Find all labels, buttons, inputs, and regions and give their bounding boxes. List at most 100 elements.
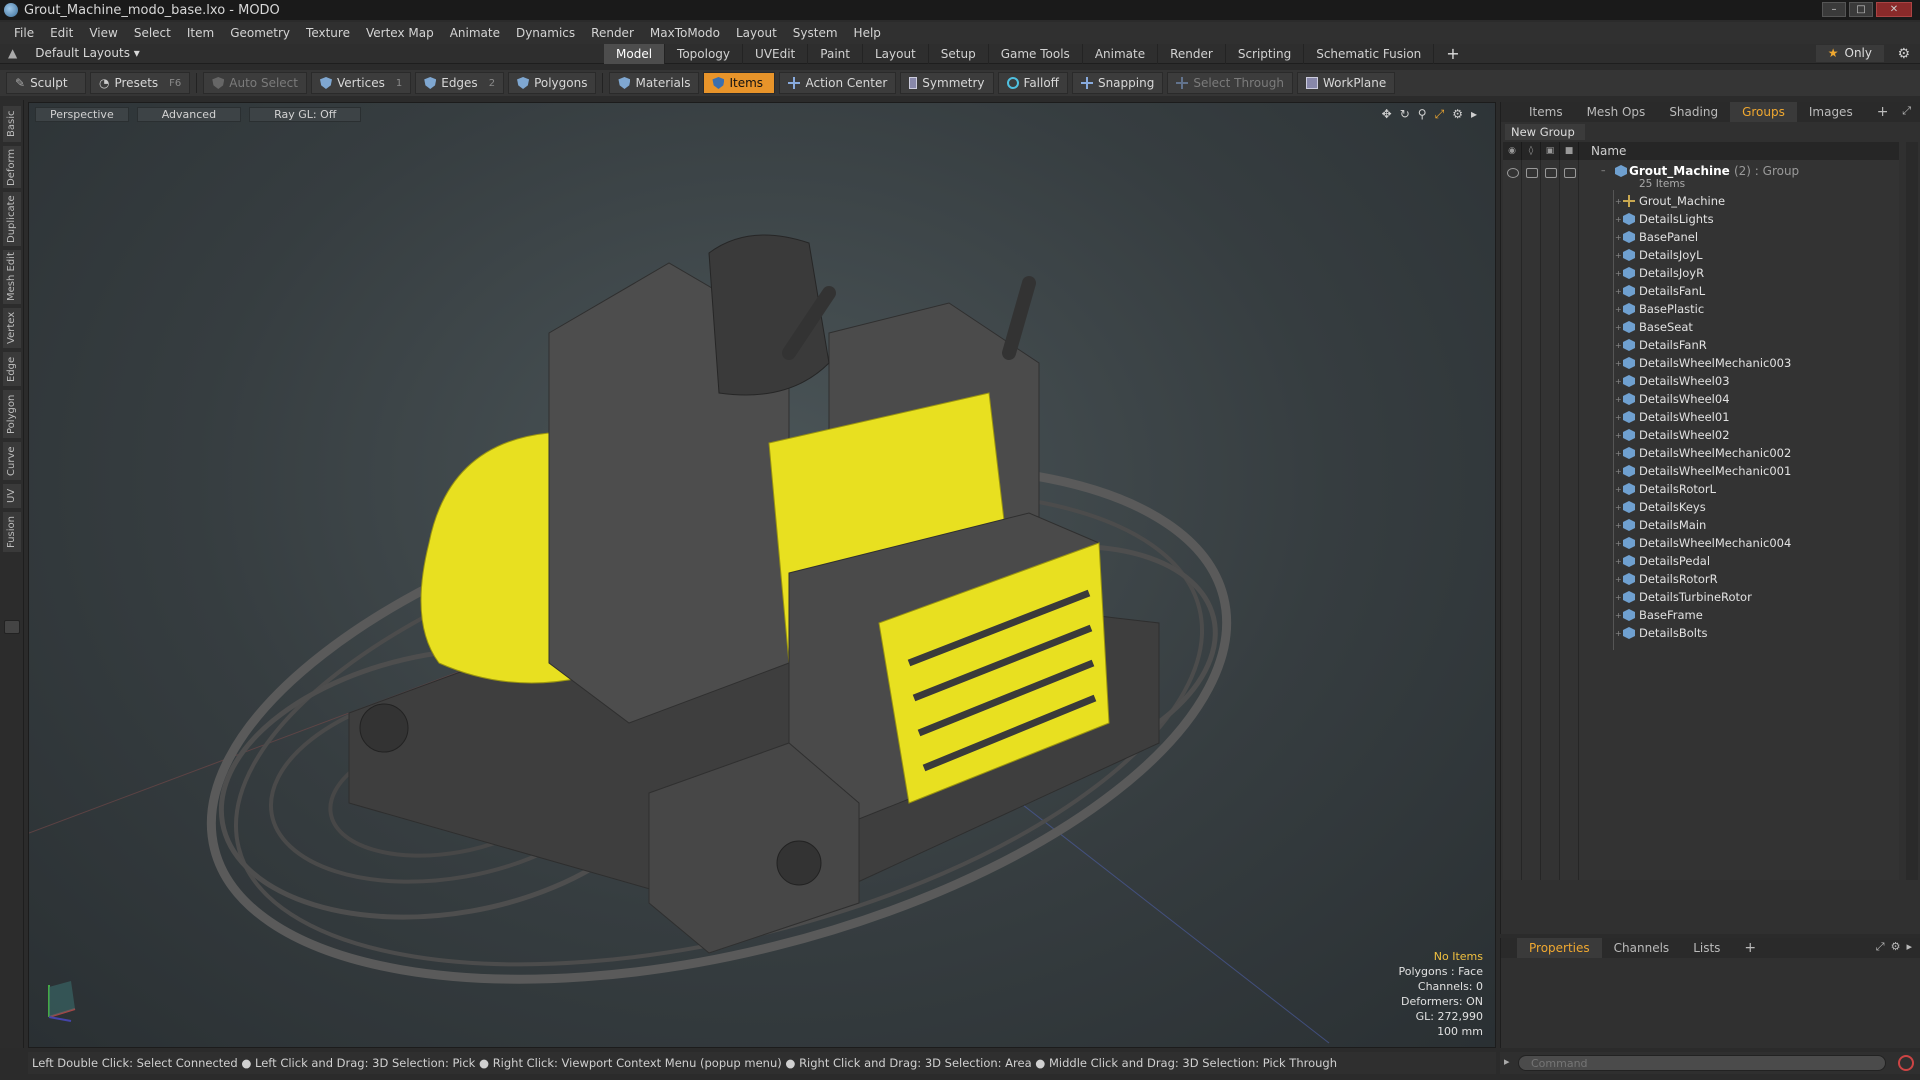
- group-lock-toggle-icon[interactable]: [1545, 168, 1557, 178]
- command-history-arrow-icon[interactable]: ▸: [1504, 1055, 1510, 1068]
- menu-select[interactable]: Select: [126, 22, 179, 44]
- presets-button[interactable]: ◔ Presets F6: [90, 72, 191, 94]
- tab-layout[interactable]: Layout: [863, 44, 929, 64]
- shading-advanced-button[interactable]: Advanced: [136, 107, 242, 122]
- list-item[interactable]: + BasePlastic: [1615, 300, 1704, 318]
- list-item[interactable]: + DetailsKeys: [1615, 498, 1706, 516]
- list-item[interactable]: + DetailsRotorR: [1615, 570, 1718, 588]
- expand-icon[interactable]: +: [1615, 593, 1623, 602]
- expand-icon[interactable]: +: [1615, 413, 1623, 422]
- vertices-button[interactable]: Vertices 1: [310, 72, 412, 94]
- vtab-basic[interactable]: Basic: [3, 106, 21, 142]
- group-visibility-eye-icon[interactable]: [1507, 168, 1519, 178]
- panel-expand-icon[interactable]: ⤢: [1902, 104, 1911, 118]
- tab-setup[interactable]: Setup: [929, 44, 989, 64]
- maximize-button[interactable]: □: [1849, 2, 1873, 17]
- minimize-button[interactable]: –: [1822, 2, 1846, 17]
- tab-game-tools[interactable]: Game Tools: [989, 44, 1083, 64]
- rotate-icon[interactable]: ↻: [1400, 107, 1410, 122]
- list-item[interactable]: + DetailsBolts: [1615, 624, 1708, 642]
- expand-icon[interactable]: +: [1615, 521, 1623, 530]
- expand-icon[interactable]: +: [1615, 287, 1623, 296]
- tab-groups[interactable]: Groups: [1730, 102, 1797, 122]
- vtab-deform[interactable]: Deform: [3, 146, 21, 188]
- group-render-toggle-icon[interactable]: [1526, 168, 1538, 178]
- add-tab-button[interactable]: +: [1434, 44, 1471, 64]
- palette-toggle-button[interactable]: [4, 620, 20, 634]
- expand-icon[interactable]: +: [1615, 341, 1623, 350]
- vtab-curve[interactable]: Curve: [3, 442, 21, 480]
- action-center-button[interactable]: Action Center: [779, 72, 897, 94]
- raygl-button[interactable]: Ray GL: Off: [249, 107, 362, 122]
- expand-icon[interactable]: +: [1615, 431, 1623, 440]
- expand-icon[interactable]: +: [1615, 251, 1623, 260]
- symmetry-button[interactable]: Symmetry: [900, 72, 994, 94]
- expand-icon[interactable]: +: [1615, 305, 1623, 314]
- add-panel-tab-button[interactable]: +: [1865, 102, 1901, 122]
- lock-column-icon[interactable]: ▣: [1541, 142, 1560, 160]
- expand-icon[interactable]: +: [1615, 215, 1623, 224]
- list-item[interactable]: + BaseSeat: [1615, 318, 1693, 336]
- grout-machine-model[interactable]: [29, 103, 1496, 1048]
- viewport-gear-icon[interactable]: ⚙: [1452, 107, 1463, 122]
- menu-help[interactable]: Help: [846, 22, 889, 44]
- expand-icon[interactable]: +: [1615, 377, 1623, 386]
- expand-icon[interactable]: +: [1615, 395, 1623, 404]
- expand-icon[interactable]: +: [1615, 503, 1623, 512]
- fit-icon[interactable]: ⤢: [1435, 107, 1445, 122]
- expand-icon[interactable]: +: [1615, 629, 1623, 638]
- vtab-duplicate[interactable]: Duplicate: [3, 192, 21, 246]
- items-button[interactable]: Items: [703, 72, 776, 94]
- tab-schematic-fusion[interactable]: Schematic Fusion: [1304, 44, 1435, 64]
- list-item[interactable]: + DetailsWheel04: [1615, 390, 1730, 408]
- menu-layout[interactable]: Layout: [728, 22, 785, 44]
- list-item[interactable]: + DetailsWheel01: [1615, 408, 1730, 426]
- vtab-mesh-edit[interactable]: Mesh Edit: [3, 250, 21, 304]
- list-item[interactable]: + Grout_Machine: [1615, 192, 1725, 210]
- vtab-uv[interactable]: UV: [3, 484, 21, 508]
- list-item[interactable]: + DetailsWheelMechanic004: [1615, 534, 1791, 552]
- view-mode-button[interactable]: Perspective: [35, 107, 129, 122]
- list-item[interactable]: + BaseFrame: [1615, 606, 1703, 624]
- select-through-button[interactable]: Select Through: [1167, 72, 1293, 94]
- expand-icon[interactable]: +: [1615, 467, 1623, 476]
- add-properties-tab-button[interactable]: +: [1732, 938, 1768, 958]
- tab-properties[interactable]: Properties: [1517, 938, 1602, 958]
- auto-select-button[interactable]: Auto Select: [203, 72, 307, 94]
- group-collapse-icon[interactable]: –: [1601, 166, 1606, 176]
- viewport-menu-arrow-icon[interactable]: ▸: [1471, 107, 1477, 122]
- menu-dynamics[interactable]: Dynamics: [508, 22, 583, 44]
- command-stop-icon[interactable]: [1898, 1055, 1914, 1071]
- tab-channels[interactable]: Channels: [1602, 938, 1682, 958]
- menu-geometry[interactable]: Geometry: [222, 22, 298, 44]
- list-item[interactable]: + DetailsFanR: [1615, 336, 1707, 354]
- expand-icon[interactable]: +: [1615, 575, 1623, 584]
- menu-render[interactable]: Render: [583, 22, 642, 44]
- pan-icon[interactable]: ✥: [1382, 107, 1392, 122]
- properties-expand-icon[interactable]: ⤢: [1876, 940, 1885, 954]
- only-button[interactable]: ★ Only: [1815, 45, 1884, 62]
- menu-vertex-map[interactable]: Vertex Map: [358, 22, 442, 44]
- menu-file[interactable]: File: [6, 22, 42, 44]
- vtab-fusion[interactable]: Fusion: [3, 512, 21, 552]
- tab-uvedit[interactable]: UVEdit: [743, 44, 809, 64]
- expand-icon[interactable]: +: [1615, 323, 1623, 332]
- render-column-icon[interactable]: ◊: [1522, 142, 1541, 160]
- menu-texture[interactable]: Texture: [298, 22, 358, 44]
- edges-button[interactable]: Edges 2: [415, 72, 505, 94]
- menu-system[interactable]: System: [785, 22, 846, 44]
- tab-paint[interactable]: Paint: [808, 44, 863, 64]
- expand-icon[interactable]: +: [1615, 611, 1623, 620]
- properties-menu-arrow-icon[interactable]: ▸: [1906, 940, 1912, 954]
- list-item[interactable]: + BasePanel: [1615, 228, 1698, 246]
- menu-animate[interactable]: Animate: [442, 22, 508, 44]
- tab-model[interactable]: Model: [604, 44, 666, 64]
- gear-icon[interactable]: ⚙: [1897, 46, 1910, 62]
- group-row[interactable]: – Grout_Machine (2) : Group 25 Items: [1503, 160, 1899, 190]
- vtab-polygon[interactable]: Polygon: [3, 390, 21, 438]
- new-group-button[interactable]: New Group: [1505, 124, 1585, 140]
- expand-icon[interactable]: +: [1615, 269, 1623, 278]
- sculpt-button[interactable]: ✎ Sculpt: [6, 72, 86, 94]
- list-item[interactable]: + DetailsWheel02: [1615, 426, 1730, 444]
- expand-icon[interactable]: +: [1615, 449, 1623, 458]
